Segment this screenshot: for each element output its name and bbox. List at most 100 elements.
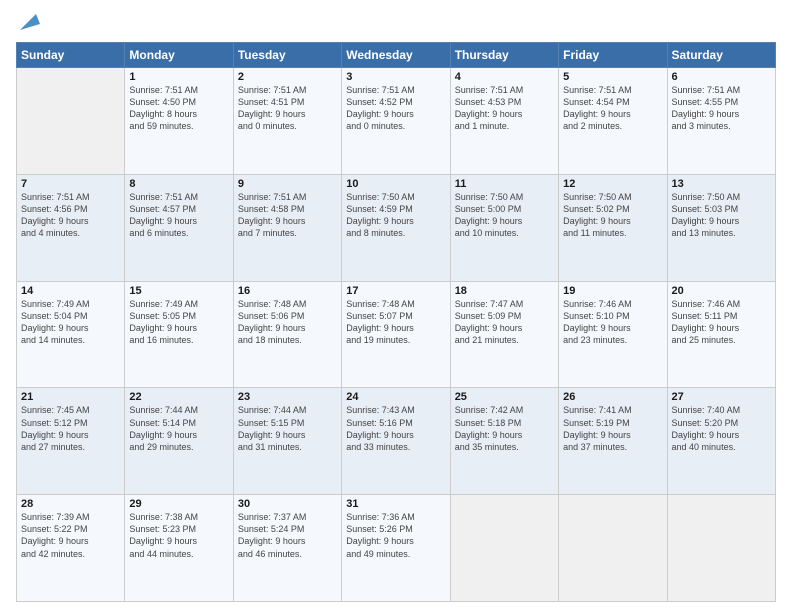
page: SundayMondayTuesdayWednesdayThursdayFrid… [0, 0, 792, 612]
day-number: 6 [672, 71, 771, 83]
day-info: Sunrise: 7:46 AM Sunset: 5:11 PM Dayligh… [672, 298, 771, 347]
day-number: 31 [346, 498, 445, 510]
calendar-cell: 1Sunrise: 7:51 AM Sunset: 4:50 PM Daylig… [125, 68, 233, 175]
day-info: Sunrise: 7:50 AM Sunset: 4:59 PM Dayligh… [346, 191, 445, 240]
calendar-cell: 3Sunrise: 7:51 AM Sunset: 4:52 PM Daylig… [342, 68, 450, 175]
calendar-week-2: 7Sunrise: 7:51 AM Sunset: 4:56 PM Daylig… [17, 174, 776, 281]
calendar-cell: 28Sunrise: 7:39 AM Sunset: 5:22 PM Dayli… [17, 495, 125, 602]
day-info: Sunrise: 7:36 AM Sunset: 5:26 PM Dayligh… [346, 511, 445, 560]
calendar-cell: 30Sunrise: 7:37 AM Sunset: 5:24 PM Dayli… [233, 495, 341, 602]
day-number: 29 [129, 498, 228, 510]
weekday-header-row: SundayMondayTuesdayWednesdayThursdayFrid… [17, 43, 776, 68]
calendar-cell: 13Sunrise: 7:50 AM Sunset: 5:03 PM Dayli… [667, 174, 775, 281]
weekday-header-tuesday: Tuesday [233, 43, 341, 68]
calendar-cell: 8Sunrise: 7:51 AM Sunset: 4:57 PM Daylig… [125, 174, 233, 281]
day-number: 14 [21, 285, 120, 297]
calendar-table: SundayMondayTuesdayWednesdayThursdayFrid… [16, 42, 776, 602]
calendar-cell [667, 495, 775, 602]
day-number: 27 [672, 391, 771, 403]
calendar-week-4: 21Sunrise: 7:45 AM Sunset: 5:12 PM Dayli… [17, 388, 776, 495]
calendar-cell: 31Sunrise: 7:36 AM Sunset: 5:26 PM Dayli… [342, 495, 450, 602]
day-number: 7 [21, 178, 120, 190]
day-info: Sunrise: 7:41 AM Sunset: 5:19 PM Dayligh… [563, 404, 662, 453]
calendar-cell: 29Sunrise: 7:38 AM Sunset: 5:23 PM Dayli… [125, 495, 233, 602]
calendar-cell [450, 495, 558, 602]
day-info: Sunrise: 7:40 AM Sunset: 5:20 PM Dayligh… [672, 404, 771, 453]
day-number: 17 [346, 285, 445, 297]
weekday-header-thursday: Thursday [450, 43, 558, 68]
calendar-cell [559, 495, 667, 602]
calendar-cell: 24Sunrise: 7:43 AM Sunset: 5:16 PM Dayli… [342, 388, 450, 495]
day-info: Sunrise: 7:51 AM Sunset: 4:54 PM Dayligh… [563, 84, 662, 133]
calendar-cell: 20Sunrise: 7:46 AM Sunset: 5:11 PM Dayli… [667, 281, 775, 388]
day-info: Sunrise: 7:50 AM Sunset: 5:02 PM Dayligh… [563, 191, 662, 240]
calendar-cell: 9Sunrise: 7:51 AM Sunset: 4:58 PM Daylig… [233, 174, 341, 281]
day-info: Sunrise: 7:46 AM Sunset: 5:10 PM Dayligh… [563, 298, 662, 347]
day-number: 26 [563, 391, 662, 403]
day-info: Sunrise: 7:37 AM Sunset: 5:24 PM Dayligh… [238, 511, 337, 560]
day-number: 9 [238, 178, 337, 190]
day-info: Sunrise: 7:39 AM Sunset: 5:22 PM Dayligh… [21, 511, 120, 560]
calendar-cell: 27Sunrise: 7:40 AM Sunset: 5:20 PM Dayli… [667, 388, 775, 495]
day-number: 20 [672, 285, 771, 297]
calendar-cell: 21Sunrise: 7:45 AM Sunset: 5:12 PM Dayli… [17, 388, 125, 495]
day-info: Sunrise: 7:51 AM Sunset: 4:56 PM Dayligh… [21, 191, 120, 240]
day-info: Sunrise: 7:51 AM Sunset: 4:58 PM Dayligh… [238, 191, 337, 240]
day-info: Sunrise: 7:50 AM Sunset: 5:03 PM Dayligh… [672, 191, 771, 240]
day-info: Sunrise: 7:42 AM Sunset: 5:18 PM Dayligh… [455, 404, 554, 453]
calendar-cell: 18Sunrise: 7:47 AM Sunset: 5:09 PM Dayli… [450, 281, 558, 388]
day-info: Sunrise: 7:45 AM Sunset: 5:12 PM Dayligh… [21, 404, 120, 453]
calendar-cell: 14Sunrise: 7:49 AM Sunset: 5:04 PM Dayli… [17, 281, 125, 388]
day-number: 15 [129, 285, 228, 297]
calendar-cell: 7Sunrise: 7:51 AM Sunset: 4:56 PM Daylig… [17, 174, 125, 281]
weekday-header-monday: Monday [125, 43, 233, 68]
day-info: Sunrise: 7:51 AM Sunset: 4:52 PM Dayligh… [346, 84, 445, 133]
calendar-cell: 23Sunrise: 7:44 AM Sunset: 5:15 PM Dayli… [233, 388, 341, 495]
day-number: 1 [129, 71, 228, 83]
calendar-cell: 15Sunrise: 7:49 AM Sunset: 5:05 PM Dayli… [125, 281, 233, 388]
calendar-cell: 4Sunrise: 7:51 AM Sunset: 4:53 PM Daylig… [450, 68, 558, 175]
day-info: Sunrise: 7:43 AM Sunset: 5:16 PM Dayligh… [346, 404, 445, 453]
day-info: Sunrise: 7:51 AM Sunset: 4:55 PM Dayligh… [672, 84, 771, 133]
day-number: 28 [21, 498, 120, 510]
calendar-cell: 2Sunrise: 7:51 AM Sunset: 4:51 PM Daylig… [233, 68, 341, 175]
day-number: 19 [563, 285, 662, 297]
calendar-cell: 19Sunrise: 7:46 AM Sunset: 5:10 PM Dayli… [559, 281, 667, 388]
header [16, 16, 776, 34]
calendar-cell: 25Sunrise: 7:42 AM Sunset: 5:18 PM Dayli… [450, 388, 558, 495]
weekday-header-saturday: Saturday [667, 43, 775, 68]
calendar-cell: 6Sunrise: 7:51 AM Sunset: 4:55 PM Daylig… [667, 68, 775, 175]
calendar-cell: 16Sunrise: 7:48 AM Sunset: 5:06 PM Dayli… [233, 281, 341, 388]
day-number: 4 [455, 71, 554, 83]
day-number: 18 [455, 285, 554, 297]
calendar-cell: 17Sunrise: 7:48 AM Sunset: 5:07 PM Dayli… [342, 281, 450, 388]
day-number: 8 [129, 178, 228, 190]
day-number: 30 [238, 498, 337, 510]
logo-icon [18, 10, 40, 32]
day-number: 21 [21, 391, 120, 403]
day-info: Sunrise: 7:47 AM Sunset: 5:09 PM Dayligh… [455, 298, 554, 347]
day-number: 10 [346, 178, 445, 190]
day-number: 22 [129, 391, 228, 403]
day-number: 5 [563, 71, 662, 83]
calendar-cell: 5Sunrise: 7:51 AM Sunset: 4:54 PM Daylig… [559, 68, 667, 175]
calendar-cell: 11Sunrise: 7:50 AM Sunset: 5:00 PM Dayli… [450, 174, 558, 281]
day-number: 13 [672, 178, 771, 190]
calendar-week-5: 28Sunrise: 7:39 AM Sunset: 5:22 PM Dayli… [17, 495, 776, 602]
day-info: Sunrise: 7:51 AM Sunset: 4:50 PM Dayligh… [129, 84, 228, 133]
calendar-week-1: 1Sunrise: 7:51 AM Sunset: 4:50 PM Daylig… [17, 68, 776, 175]
day-info: Sunrise: 7:48 AM Sunset: 5:06 PM Dayligh… [238, 298, 337, 347]
day-info: Sunrise: 7:51 AM Sunset: 4:51 PM Dayligh… [238, 84, 337, 133]
day-info: Sunrise: 7:49 AM Sunset: 5:05 PM Dayligh… [129, 298, 228, 347]
day-info: Sunrise: 7:49 AM Sunset: 5:04 PM Dayligh… [21, 298, 120, 347]
calendar-cell: 22Sunrise: 7:44 AM Sunset: 5:14 PM Dayli… [125, 388, 233, 495]
weekday-header-sunday: Sunday [17, 43, 125, 68]
day-number: 24 [346, 391, 445, 403]
day-number: 2 [238, 71, 337, 83]
day-number: 12 [563, 178, 662, 190]
day-info: Sunrise: 7:51 AM Sunset: 4:57 PM Dayligh… [129, 191, 228, 240]
calendar-cell: 10Sunrise: 7:50 AM Sunset: 4:59 PM Dayli… [342, 174, 450, 281]
day-number: 11 [455, 178, 554, 190]
calendar-cell [17, 68, 125, 175]
day-number: 16 [238, 285, 337, 297]
